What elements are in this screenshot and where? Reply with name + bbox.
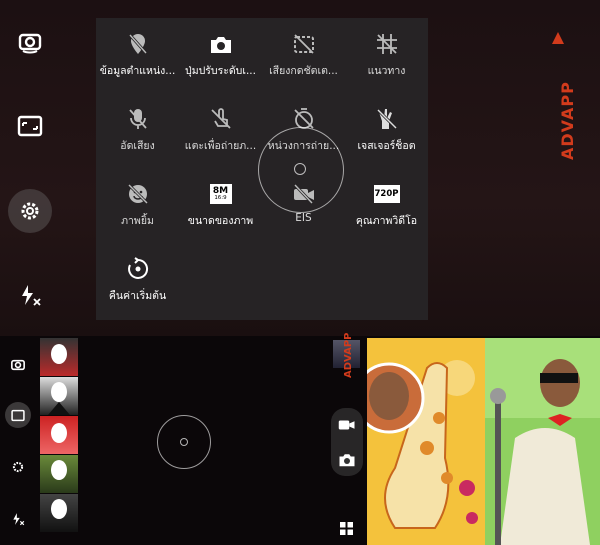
camera-shutter-icon[interactable] [338,452,356,467]
video-quality-badge: 720P [374,189,399,199]
frame-thumbnail[interactable] [40,494,78,532]
video-icon[interactable] [338,418,356,432]
gear-icon [12,461,24,473]
frame-thumbnail[interactable] [40,338,78,376]
face-frame-icon [48,382,70,415]
menu-label: EIS [295,212,312,224]
focus-point [294,163,306,175]
menu-label: ภาพยิ้ม [121,215,154,227]
menu-label: ปุ่มปรับระดับเ... [185,65,256,77]
mini-flash-button[interactable] [5,506,31,532]
touch-capture-off-icon [210,108,231,129]
menu-label: เจสเจอร์ช็อต [357,140,416,152]
face-frame-icon [51,499,67,519]
gesture-off-icon [376,108,397,130]
menu-record-audio[interactable]: อัดเสียง [96,93,179,168]
gear-icon [21,202,39,220]
menu-label: แตะเพื่อถ่ายภ... [184,140,257,152]
sample-photo-singer [485,338,600,545]
switch-camera-icon [11,359,25,371]
video-quality-icon: 720P [373,185,400,203]
face-frame-icon [51,344,67,364]
flash-off-icon [13,513,25,526]
reset-icon [127,257,148,279]
image-size-icon: 8M 16:9 [209,184,232,204]
brand-mark-icon [552,32,564,44]
menu-reset-defaults[interactable]: คืนค่าเริ่มต้น [96,243,179,318]
gallery-icon [17,115,43,137]
smile-off-icon [127,183,148,205]
menu-label: คุณภาพวิดีโอ [355,215,418,227]
mic-off-icon [128,109,147,129]
face-frame-icon [51,460,67,480]
camera-viewfinder-top: ข้อมูลตำแหน่ง... ปุ่มปรับระดับเ... เสียง… [0,0,600,336]
location-off-icon [128,34,147,54]
switch-camera-icon [18,33,42,54]
sample-photo-giraffe-frame [367,338,485,545]
settings-button[interactable] [8,189,52,233]
giraffe-frame-illustration [367,338,485,545]
menu-label: เสียงกดชัตเต... [269,65,338,77]
mini-gallery-button[interactable] [5,402,31,428]
apps-grid-icon[interactable] [340,522,353,535]
mini-settings-button[interactable] [5,454,31,480]
focus-point [180,438,188,446]
menu-smile-shot[interactable]: ภาพยิ้ม [96,168,179,243]
menu-image-size[interactable]: 8M 16:9 ขนาดของภาพ [179,168,262,243]
menu-label: ข้อมูลตำแหน่ง... [99,65,176,77]
capture-controls [331,408,363,476]
image-size-ratio: 16:9 [214,194,227,201]
singer-photo-illustration [485,338,600,545]
frame-thumbnail-strip [40,338,80,533]
flash-button[interactable] [8,273,52,317]
gallery-mode-button[interactable] [8,104,52,148]
frame-thumbnail[interactable] [40,416,78,454]
gallery-icon [11,409,25,421]
menu-label: คืนค่าเริ่มต้น [108,290,167,302]
flash-off-icon [22,285,41,306]
face-frame-icon [51,423,67,443]
frame-thumbnail[interactable] [40,455,78,493]
watermark-text: ADVAPP [558,81,577,160]
frame-thumbnail[interactable] [40,377,78,415]
menu-label: ขนาดของภาพ [187,215,254,227]
menu-location-info[interactable]: ข้อมูลตำแหน่ง... [96,18,179,93]
menu-volume-key[interactable]: ปุ่มปรับระดับเ... [179,18,262,93]
menu-guidelines[interactable]: แนวทาง [345,18,428,93]
menu-touch-capture[interactable]: แตะเพื่อถ่ายภ... [179,93,262,168]
menu-gesture-shot[interactable]: เจสเจอร์ช็อต [345,93,428,168]
menu-shutter-sound[interactable]: เสียงกดชัตเต... [262,18,345,93]
camera-icon [210,37,231,53]
mini-switch-camera-button[interactable] [5,352,31,378]
menu-video-quality[interactable]: 720P คุณภาพวิดีโอ [345,168,428,243]
menu-label: อัดเสียง [120,140,155,152]
grid-off-icon [376,34,397,54]
menu-label: แนวทาง [367,65,406,77]
shutter-sound-off-icon [293,34,314,54]
watermark-text: ADVAPP [343,332,354,379]
switch-camera-button[interactable] [8,20,52,64]
